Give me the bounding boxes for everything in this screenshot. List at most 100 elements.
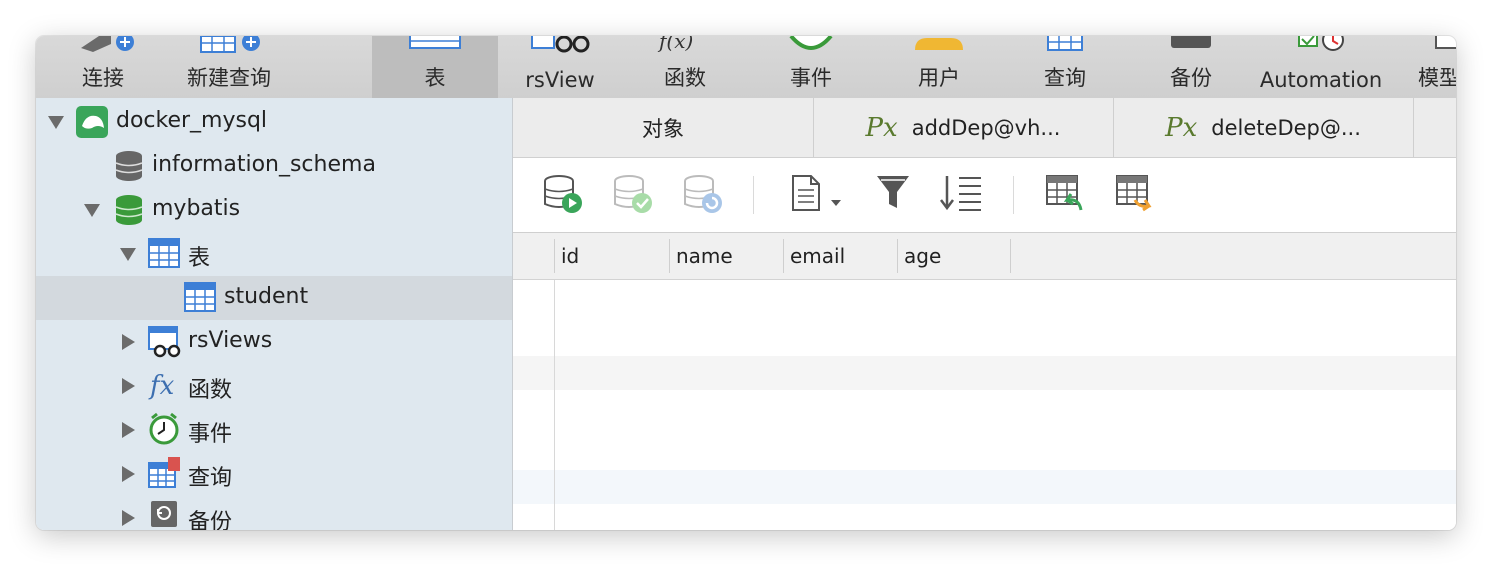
grid-header: id name email age [513, 233, 1456, 280]
collapse-arrow-icon[interactable] [48, 116, 64, 129]
tree-item-label: 表 [188, 246, 211, 271]
refresh-table-icon[interactable] [683, 174, 723, 214]
toolbar-user-label: 用户 [918, 66, 960, 90]
import-wizard-icon[interactable] [1045, 174, 1085, 214]
row-number-divider [554, 280, 555, 530]
collapse-arrow-icon[interactable] [84, 204, 100, 217]
table-row[interactable] [513, 470, 1456, 504]
toolbar-connect-button[interactable]: 连接 [60, 36, 146, 98]
tree-item-label: rsViews [188, 328, 273, 353]
toolbar-connect-label: 连接 [82, 66, 124, 90]
column-header-email[interactable]: email [783, 239, 897, 273]
navicat-window: 连接 新建查询 表 rsView f(x) 函数 事件 用户 查询 备份 Aut… [36, 36, 1456, 530]
tree-item-functions[interactable]: fx 函数 [36, 364, 512, 408]
function-icon: fx [148, 371, 175, 401]
object-tree-sidebar: docker_mysql information_schema mybatis [36, 98, 513, 530]
toolbar-model-label: 模型 [1418, 66, 1456, 90]
main-content: 对象 Px addDep@vh... Px deleteDep@... id n… [513, 98, 1456, 530]
tree-item-mybatis[interactable]: mybatis [36, 188, 512, 232]
new-query-icon [200, 36, 260, 53]
tab-procedure-deletedep[interactable]: Px deleteDep@... [1113, 98, 1414, 157]
table-row[interactable] [513, 318, 1456, 352]
collapse-arrow-icon[interactable] [120, 248, 136, 261]
view-icon [148, 326, 181, 358]
tree-item-label: student [224, 284, 309, 309]
column-header-age[interactable]: age [897, 239, 1011, 273]
toolbar-table-button[interactable]: 表 [372, 36, 498, 98]
open-table-icon[interactable] [543, 174, 583, 214]
toolbar-view-button[interactable]: rsView [512, 36, 608, 98]
toolbar-automation-label: Automation [1259, 68, 1383, 92]
event-icon [789, 36, 833, 50]
toolbar-separator [1013, 176, 1014, 214]
database-green-icon [115, 195, 143, 225]
tree-item-label: 事件 [188, 422, 233, 447]
filter-icon[interactable] [875, 174, 913, 214]
table-row[interactable] [513, 432, 1456, 466]
tree-item-label: 函数 [188, 378, 233, 403]
toolbar-new-query-button[interactable]: 新建查询 [172, 36, 286, 98]
tree-item-label: mybatis [152, 196, 241, 221]
toolbar-function-button[interactable]: f(x) 函数 [642, 36, 728, 98]
tab-bar: 对象 Px addDep@vh... Px deleteDep@... [513, 98, 1456, 158]
function-icon: f(x) [657, 36, 693, 52]
toolbar-event-button[interactable]: 事件 [768, 36, 854, 98]
procedure-icon: Px [1165, 112, 1198, 143]
toolbar-backup-button[interactable]: 备份 [1148, 36, 1234, 98]
document-menu-icon[interactable] [791, 174, 847, 214]
table-icon [184, 282, 216, 312]
query-icon [1047, 36, 1083, 51]
toolbar-query-button[interactable]: 查询 [1022, 36, 1108, 98]
tree-item-information-schema[interactable]: information_schema [36, 144, 512, 188]
toolbar-view-label: rsView [525, 68, 595, 92]
tree-item-label: docker_mysql [116, 108, 268, 133]
procedure-icon: Px [865, 112, 898, 143]
tab-label: deleteDep@... [1211, 115, 1361, 140]
expand-arrow-icon[interactable] [122, 510, 135, 526]
tab-procedure-adddep[interactable]: Px addDep@vh... [813, 98, 1114, 157]
expand-arrow-icon[interactable] [122, 378, 135, 394]
tree-item-tables[interactable]: 表 [36, 232, 512, 276]
table-row[interactable] [513, 280, 1456, 314]
sort-icon[interactable] [939, 174, 983, 214]
column-header-name[interactable]: name [669, 239, 783, 273]
user-icon [915, 38, 963, 50]
tree-item-student[interactable]: student [36, 276, 512, 320]
view-icon [531, 36, 590, 53]
model-icon [1435, 36, 1456, 49]
automation-icon [1298, 36, 1344, 51]
design-table-icon[interactable] [613, 174, 653, 214]
backup-icon [1171, 36, 1211, 48]
tree-item-views[interactable]: rsViews [36, 320, 512, 364]
tree-item-backups[interactable]: 备份 [36, 496, 512, 530]
toolbar-user-button[interactable]: 用户 [894, 36, 984, 98]
table-icon [409, 36, 461, 49]
toolbar-function-label: 函数 [664, 66, 706, 90]
tree-item-label: 查询 [188, 466, 233, 491]
export-wizard-icon[interactable] [1115, 174, 1155, 214]
grid-body[interactable] [513, 280, 1456, 530]
svg-text:f(x): f(x) [657, 36, 693, 52]
expand-arrow-icon[interactable] [122, 466, 135, 482]
toolbar-model-button[interactable]: 模型 [1418, 36, 1456, 98]
backup-icon [151, 501, 177, 527]
toolbar-automation-button[interactable]: Automation [1258, 36, 1384, 98]
table-row[interactable] [513, 390, 1456, 424]
toolbar-backup-label: 备份 [1170, 66, 1212, 90]
tab-objects[interactable]: 对象 [513, 98, 814, 157]
expand-arrow-icon[interactable] [122, 334, 135, 350]
svg-text:fx: fx [148, 371, 175, 401]
column-header-id[interactable]: id [554, 239, 669, 273]
table-icon [148, 238, 180, 268]
tree-item-label: information_schema [152, 152, 376, 177]
tree-item-docker-mysql[interactable]: docker_mysql [36, 100, 512, 144]
toolbar-query-label: 查询 [1044, 66, 1086, 90]
tree-item-queries[interactable]: 查询 [36, 452, 512, 496]
event-icon [149, 412, 179, 445]
tree-item-events[interactable]: 事件 [36, 408, 512, 452]
object-action-bar [513, 158, 1456, 233]
tab-label: 对象 [642, 116, 684, 141]
connect-icon [81, 36, 134, 52]
expand-arrow-icon[interactable] [122, 422, 135, 438]
table-row[interactable] [513, 356, 1456, 390]
